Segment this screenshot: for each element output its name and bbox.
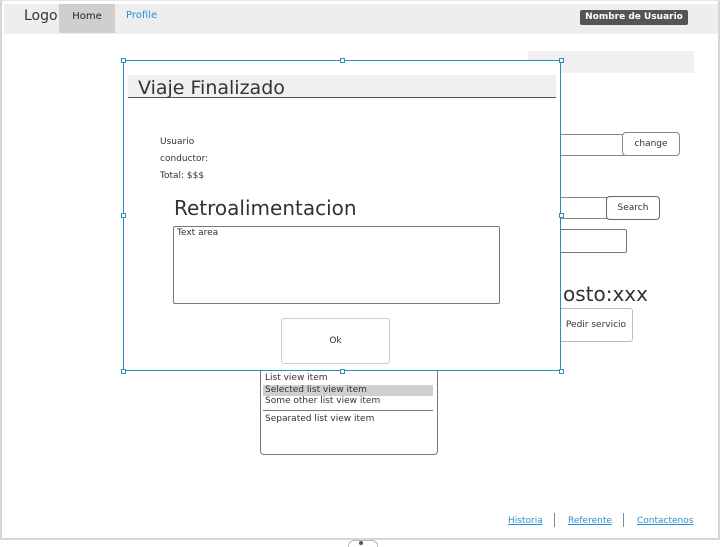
list-separator <box>263 410 433 411</box>
selection-handle-icon[interactable] <box>340 58 345 63</box>
drag-handle-dot-icon <box>359 541 363 545</box>
usuario-label: Usuario <box>160 137 195 147</box>
conductor-label: conductor: <box>160 154 209 164</box>
list-item[interactable]: List view item <box>265 373 328 383</box>
feedback-textarea[interactable]: Text area <box>173 226 500 304</box>
footer-separator <box>623 513 624 527</box>
selection-handle-icon[interactable] <box>559 369 564 374</box>
list-item[interactable]: Some other list view item <box>265 396 380 406</box>
tab-profile[interactable]: Profile <box>126 10 157 21</box>
footer-link-contactenos[interactable]: Contactenos <box>637 516 693 526</box>
dialog-title: Viaje Finalizado <box>138 77 285 99</box>
pedir-servicio-button[interactable]: Pedir servicio <box>560 308 633 342</box>
list-item-separated[interactable]: Separated list view item <box>265 414 374 424</box>
ok-button[interactable]: Ok <box>281 318 390 364</box>
selection-handle-icon[interactable] <box>559 213 564 218</box>
search-button[interactable]: Search <box>606 196 660 220</box>
selection-handle-icon[interactable] <box>340 369 345 374</box>
list-view[interactable]: List view item Selected list view item S… <box>260 370 438 455</box>
list-item-selected[interactable]: Selected list view item <box>265 385 367 395</box>
footer-separator <box>554 513 555 527</box>
tab-home[interactable]: Home <box>59 4 115 33</box>
selection-handle-icon[interactable] <box>559 58 564 63</box>
viaje-finalizado-dialog: Viaje Finalizado Usuario conductor: Tota… <box>123 60 561 371</box>
background-input-field-2[interactable] <box>560 229 627 253</box>
selection-handle-icon[interactable] <box>121 369 126 374</box>
footer-link-historia[interactable]: Historia <box>508 516 543 526</box>
background-input-field[interactable] <box>560 134 627 156</box>
logo: Logo <box>24 8 58 24</box>
costo-label: osto:xxx <box>563 282 648 306</box>
footer-link-referente[interactable]: Referente <box>568 516 612 526</box>
change-button[interactable]: change <box>622 132 680 156</box>
dialog-header: Viaje Finalizado <box>128 75 556 99</box>
total-label: Total: $$$ <box>160 171 205 181</box>
selection-handle-icon[interactable] <box>121 213 126 218</box>
feedback-heading: Retroalimentacion <box>174 196 357 220</box>
user-name-badge[interactable]: Nombre de Usuario <box>580 10 688 25</box>
selection-handle-icon[interactable] <box>121 58 126 63</box>
background-search-field[interactable] <box>560 197 609 219</box>
